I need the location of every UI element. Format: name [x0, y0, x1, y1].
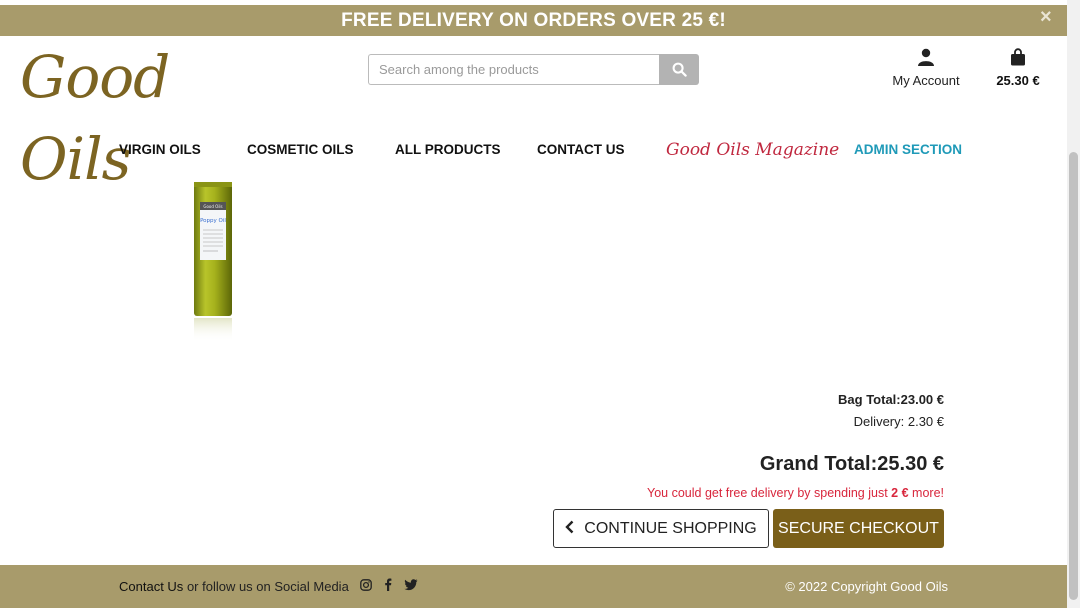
footer-social: Contact Us or follow us on Social Media: [119, 565, 426, 608]
nav-magazine[interactable]: Good Oils Magazine: [666, 136, 839, 166]
site-logo[interactable]: Good Oils: [20, 36, 260, 193]
account-label: My Account: [892, 73, 960, 88]
user-icon: [918, 48, 934, 66]
my-account-link[interactable]: My Account: [884, 48, 968, 92]
social-links: [360, 564, 425, 608]
order-summary: Bag Total:23.00 € Delivery: 2.30 € Grand…: [647, 390, 944, 502]
product-image[interactable]: Good Oils Poppy Oil: [190, 180, 236, 345]
footer-contact-link[interactable]: Contact Us: [119, 579, 183, 594]
search-button[interactable]: [659, 54, 699, 85]
shopping-bag-link[interactable]: 25.30 €: [988, 48, 1048, 92]
bag-total: Bag Total:23.00 €: [838, 392, 944, 407]
instagram-icon[interactable]: [360, 565, 373, 608]
scrollbar-thumb[interactable]: [1069, 152, 1078, 600]
twitter-icon[interactable]: [404, 565, 418, 608]
search-input[interactable]: [368, 54, 659, 85]
facebook-icon[interactable]: [384, 565, 392, 608]
secure-checkout-button[interactable]: SECURE CHECKOUT: [773, 509, 944, 548]
delivery-cost: Delivery: 2.30 €: [853, 414, 944, 429]
banner-text: FREE DELIVERY ON ORDERS OVER 25 €!: [341, 10, 726, 31]
shopping-bag-icon: [1011, 48, 1025, 66]
free-delivery-message-suffix: more!: [912, 486, 944, 500]
nav-cosmetic-oils[interactable]: COSMETIC OILS: [247, 136, 354, 166]
nav-virgin-oils[interactable]: VIRGIN OILS: [119, 136, 201, 166]
grand-total: Grand Total:25.30 €: [759, 453, 944, 475]
cart-total: 25.30 €: [996, 73, 1040, 88]
footer-follow-text: or follow us on Social Media: [186, 579, 349, 594]
footer-copyright: © 2022 Copyright Good Oils: [785, 579, 948, 594]
free-delivery-message: You could get free delivery by spending …: [647, 484, 944, 502]
site-footer: Contact Us or follow us on Social Media: [0, 565, 1067, 608]
free-delivery-banner: FREE DELIVERY ON ORDERS OVER 25 €! ×: [0, 5, 1067, 36]
page: FREE DELIVERY ON ORDERS OVER 25 €! × Goo…: [0, 0, 1067, 608]
page-scrollbar[interactable]: [1067, 0, 1080, 608]
chevron-left-icon: [565, 520, 574, 534]
search-icon: [672, 62, 687, 77]
nav-all-products[interactable]: ALL PRODUCTS: [395, 136, 501, 166]
nav-contact-us[interactable]: CONTACT US: [537, 136, 625, 166]
close-icon[interactable]: ×: [1037, 7, 1055, 27]
continue-shopping-button[interactable]: CONTINUE SHOPPING: [553, 509, 769, 548]
main-nav: VIRGIN OILS COSMETIC OILS ALL PRODUCTS C…: [0, 136, 1067, 166]
product-label-name: Poppy Oil: [200, 218, 226, 224]
nav-admin-section[interactable]: ADMIN SECTION: [854, 136, 962, 166]
search-form: [368, 54, 699, 85]
product-label-brand: Good Oils: [203, 204, 222, 209]
free-delivery-amount: 2 €: [891, 486, 909, 500]
free-delivery-message-prefix: You could get free delivery by spending …: [647, 486, 888, 500]
continue-shopping-label: CONTINUE SHOPPING: [584, 520, 757, 537]
